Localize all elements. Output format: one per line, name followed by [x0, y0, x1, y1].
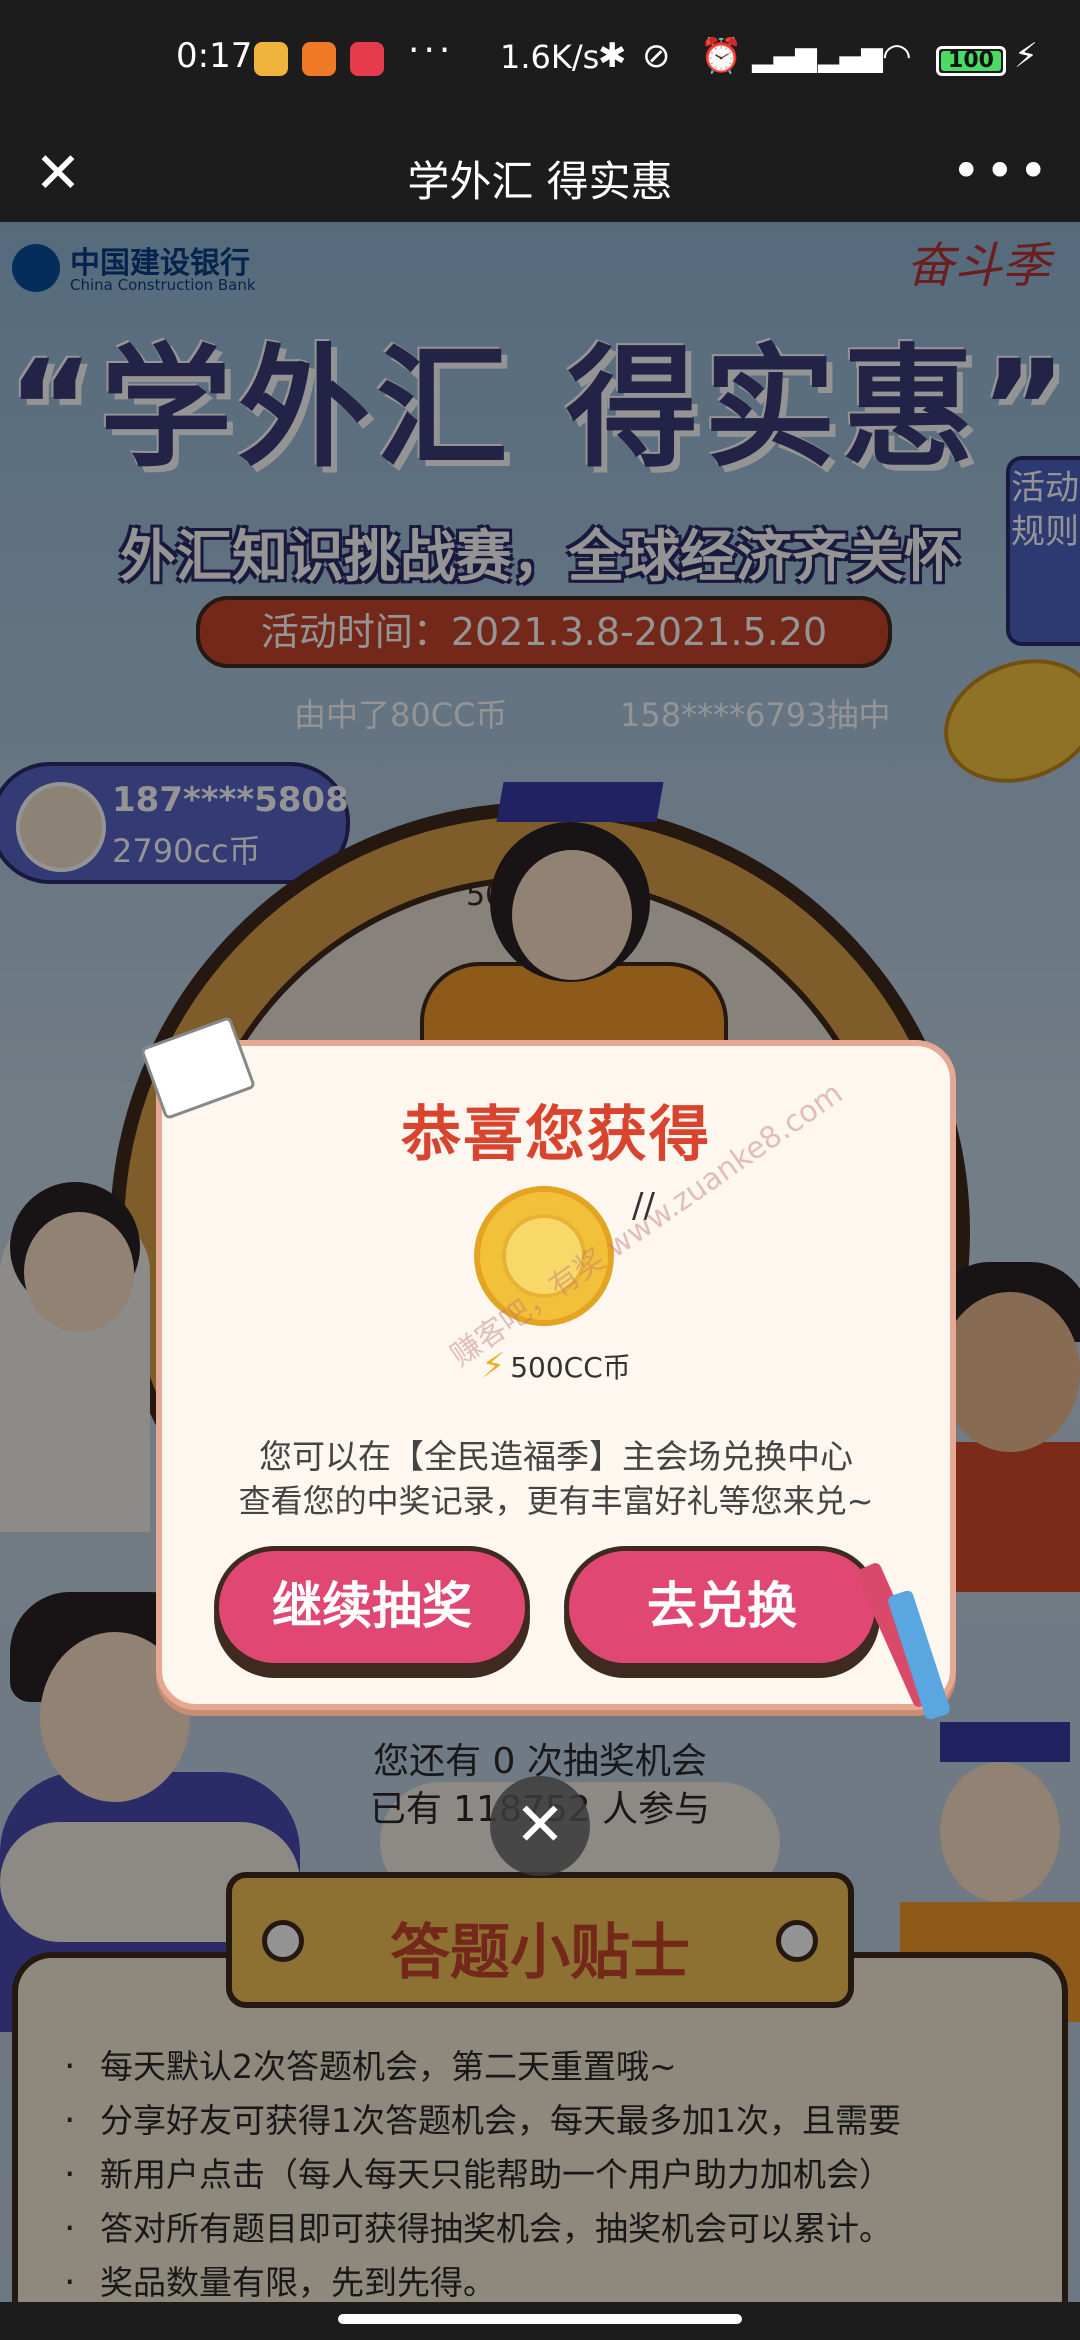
network-speed: 1.6K/s: [500, 38, 600, 76]
redeem-button[interactable]: 去兑换: [564, 1546, 880, 1668]
wifi-icon: ◠: [882, 36, 912, 76]
alarm-icon: ⏰: [700, 36, 743, 76]
app-icon: [302, 42, 336, 76]
prize-row: ⚡ 500CC币: [162, 1346, 950, 1386]
charging-icon: ⚡: [1014, 36, 1038, 76]
home-gesture-bar[interactable]: [338, 2314, 742, 2324]
bluetooth-icon: ✱: [598, 36, 627, 76]
more-icon[interactable]: •••: [952, 142, 1052, 200]
prize-amount: 500CC币: [510, 1351, 631, 1384]
nav-bar: ✕ 学外汇 得实惠 •••: [0, 126, 1080, 222]
prize-dialog: 恭喜您获得 // ⚡ 500CC币 您可以在【全民造福季】主会场兑换中心 查看您…: [156, 1040, 956, 1710]
gesture-area: [0, 2302, 1080, 2340]
dialog-message-line1: 您可以在【全民造福季】主会场兑换中心: [259, 1437, 853, 1476]
dialog-message-line2: 查看您的中奖记录，更有丰富好礼等您来兑~: [238, 1482, 874, 1520]
signal-icon: ▂▄▆: [752, 40, 817, 73]
status-time: 0:17: [176, 36, 253, 76]
app-icon: [350, 42, 384, 76]
battery-icon: 100: [936, 46, 1006, 76]
notification-icon: [254, 42, 288, 76]
mute-icon: ⊘: [642, 36, 671, 76]
battery-level: 100: [948, 48, 994, 73]
signal-icon: ▂▄▆: [818, 40, 883, 73]
more-notifications-icon: ···: [408, 30, 455, 71]
continue-draw-button[interactable]: 继续抽奖: [214, 1546, 530, 1668]
page-title: 学外汇 得实惠: [407, 157, 673, 206]
close-dialog-button[interactable]: ✕: [490, 1776, 590, 1876]
status-bar: 0:17 ··· 1.6K/s ✱ ⊘ ⏰ ▂▄▆ ▂▄▆ ◠ 100 ⚡: [0, 0, 1080, 126]
